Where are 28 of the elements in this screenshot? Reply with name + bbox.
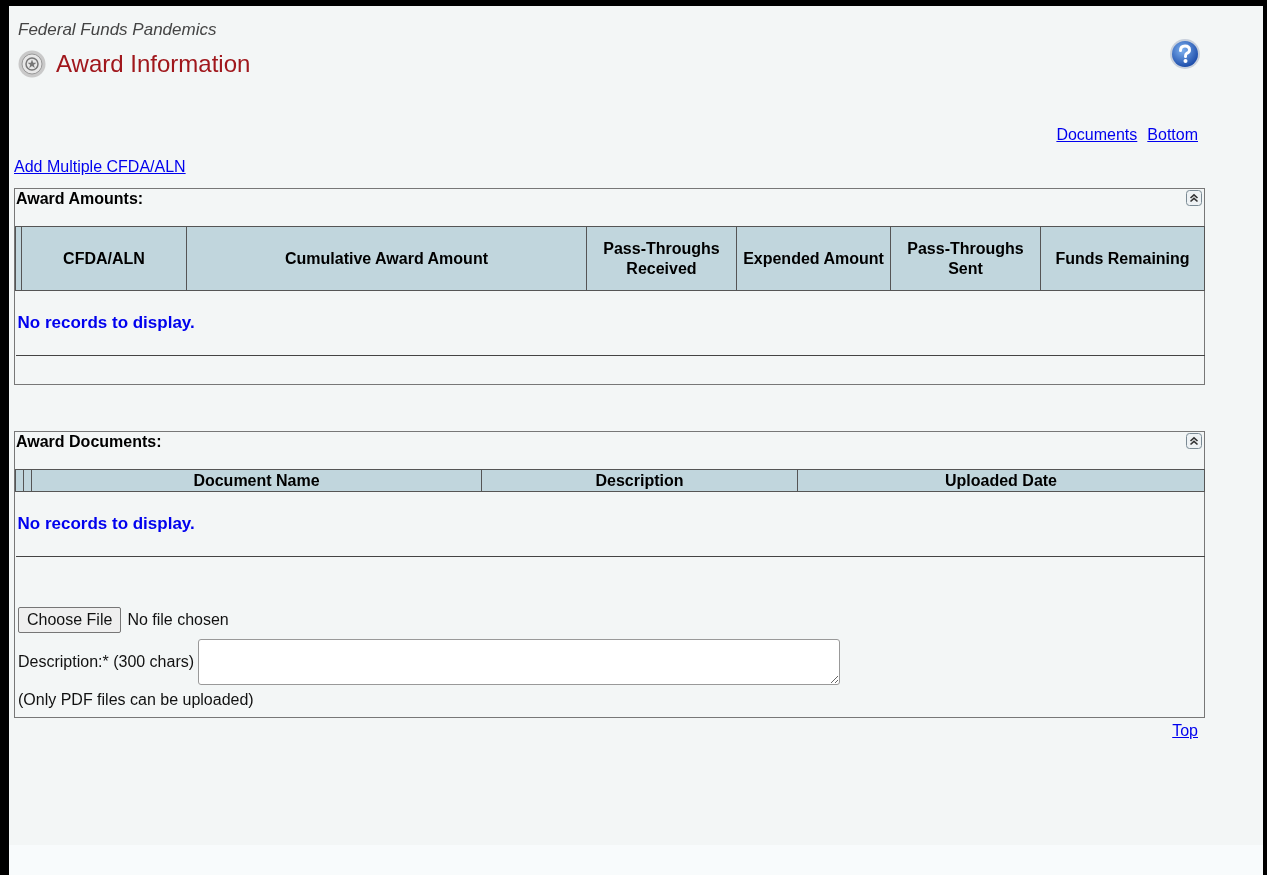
column-header: Description [481,469,798,492]
choose-file-button[interactable]: Choose File [18,607,122,633]
file-status: No file chosen [127,611,229,629]
nav-link[interactable]: Bottom [1147,126,1198,144]
collapse-icon[interactable] [1186,433,1202,449]
section-title: Award Amounts: [16,190,144,207]
app-name: Federal Funds Pandemics [17,19,218,40]
add-link[interactable]: Add Multiple CFDA/ALN [14,158,186,176]
column-header: Pass-Throughs Received [586,226,737,291]
description-field[interactable] [198,639,841,685]
collapse-icon[interactable] [1186,190,1202,206]
column-header: Expended Amount [736,226,891,291]
section-title: Award Documents: [16,433,162,450]
empty-message: No records to display. [15,290,1205,356]
upload-note: (Only PDF files can be uploaded) [18,691,255,709]
seal-icon [18,50,46,78]
description-label: Description:* (300 chars) [18,653,195,671]
empty-message: No records to display. [15,491,1205,557]
nav-link[interactable]: Documents [1056,126,1138,144]
column-header: Cumulative Award Amount [186,226,587,291]
help-icon[interactable] [1169,38,1201,70]
top-link[interactable]: Top [1172,722,1198,740]
page-title: Award Information [56,50,251,78]
column-header: Document Name [31,469,482,492]
column-header: Pass-Throughs Sent [890,226,1041,291]
column-header: Uploaded Date [797,469,1205,492]
column-header: CFDA/ALN [21,226,187,291]
column-header: Funds Remaining [1040,226,1205,291]
